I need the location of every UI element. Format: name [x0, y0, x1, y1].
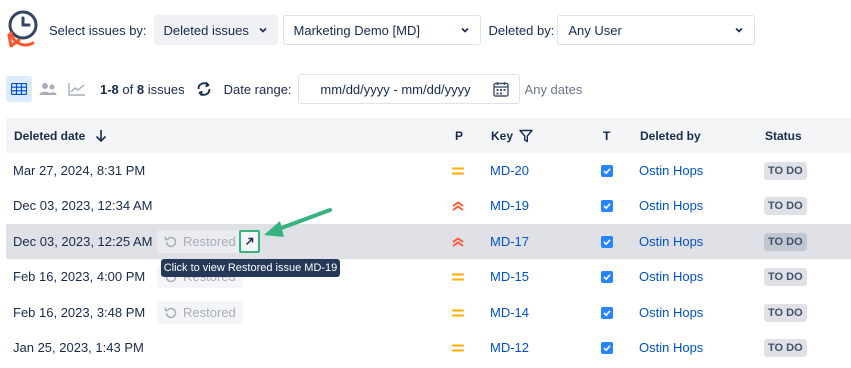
issues-type-value: Deleted issues	[163, 22, 249, 38]
external-link-icon	[246, 237, 254, 245]
task-type-icon	[601, 153, 613, 188]
status-badge: TO DO	[764, 339, 807, 357]
task-type-icon	[601, 295, 613, 330]
issue-count-total: 8	[136, 81, 145, 97]
deleted-by-user-link[interactable]: Ostin Hops	[639, 330, 703, 365]
deleted-by-value: Any User	[568, 22, 622, 38]
priority-medium-icon	[452, 295, 464, 330]
issue-key-link[interactable]: MD-15	[490, 259, 529, 294]
deleted-date-cell: Dec 03, 2023, 12:34 AM	[13, 198, 153, 213]
deleted-date-cell: Dec 03, 2023, 12:25 AM	[13, 234, 153, 249]
calendar-icon[interactable]	[492, 81, 509, 97]
deleted-by-user-link[interactable]: Ostin Hops	[639, 153, 703, 188]
open-restored-issue-button[interactable]	[239, 230, 260, 253]
chevron-down-icon	[258, 27, 267, 33]
priority-medium-icon	[452, 259, 464, 294]
restored-badge: Restored	[157, 301, 243, 324]
status-badge: TO DO	[764, 268, 807, 286]
task-type-icon	[601, 188, 613, 223]
select-issues-label: Select issues by:	[49, 22, 147, 38]
project-select[interactable]: Marketing Demo [MD]	[282, 15, 481, 45]
task-type-icon	[601, 224, 613, 259]
restored-label: Restored	[183, 305, 236, 320]
restored-label: Restored	[183, 234, 236, 249]
date-range-label: Date range:	[223, 81, 292, 97]
issue-count: 1-8 of 8 issues	[100, 82, 185, 97]
app-logo-icon	[7, 10, 38, 48]
deleted-date-cell: Feb 16, 2023, 4:00 PM	[13, 269, 146, 284]
chevron-down-icon	[460, 27, 469, 33]
users-icon	[39, 83, 57, 95]
issue-count-of: of	[122, 81, 134, 97]
priority-medium-icon	[452, 330, 464, 365]
sort-arrow-down-icon[interactable]	[95, 129, 107, 143]
issues-type-select[interactable]: Deleted issues	[153, 15, 278, 45]
column-priority: P	[455, 118, 463, 153]
status-badge: TO DO	[764, 233, 807, 251]
issue-key-link[interactable]: MD-19	[490, 188, 529, 223]
column-type: T	[603, 118, 610, 153]
priority-high-icon	[452, 188, 464, 223]
deleted-by-user-link[interactable]: Ostin Hops	[639, 259, 703, 294]
priority-high-icon	[452, 224, 464, 259]
deleted-by-select[interactable]: Any User	[557, 15, 756, 45]
table-row[interactable]: Mar 27, 2024, 8:31 PM MD-20 Ostin Hops T…	[6, 153, 851, 188]
column-key-label: Key	[491, 128, 514, 143]
status-badge: TO DO	[764, 162, 807, 180]
column-type-label: T	[603, 128, 611, 143]
column-status-label: Status	[765, 128, 802, 143]
deleted-date-cell: Jan 25, 2023, 1:43 PM	[13, 340, 144, 355]
status-badge: TO DO	[764, 304, 807, 322]
column-deleted-by: Deleted by	[640, 118, 701, 153]
filter-bar: Select issues by: Deleted issues Marketi…	[49, 15, 756, 45]
table-row[interactable]: Jan 25, 2023, 1:43 PM MD-12 Ostin Hops T…	[6, 330, 851, 365]
grid-icon	[11, 83, 27, 95]
column-deleted-by-label: Deleted by	[640, 128, 701, 143]
deleted-by-user-link[interactable]: Ostin Hops	[639, 224, 703, 259]
issue-key-link[interactable]: MD-14	[490, 295, 529, 330]
restored-badge: Restored	[157, 230, 243, 253]
annotation-arrow-icon	[264, 208, 332, 237]
deleted-by-user-link[interactable]: Ostin Hops	[639, 188, 703, 223]
filter-icon[interactable]	[519, 129, 533, 143]
table-row[interactable]: Feb 16, 2023, 3:48 PM Restored MD-14 Ost…	[6, 295, 851, 330]
task-type-icon	[601, 330, 613, 365]
priority-medium-icon	[452, 153, 464, 188]
toolbar: 1-8 of 8 issues Date range: mm/dd/yyyy -…	[6, 74, 583, 104]
deleted-date-cell: Mar 27, 2024, 8:31 PM	[13, 163, 146, 178]
chevron-down-icon	[735, 27, 743, 33]
status-badge: TO DO	[764, 197, 807, 215]
issue-count-range: 1-8	[100, 81, 119, 97]
date-range-value: mm/dd/yyyy - mm/dd/yyyy	[320, 81, 471, 97]
users-view-button[interactable]	[35, 76, 61, 102]
table-row[interactable]: Dec 03, 2023, 12:25 AM Restored MD-17 Os…	[6, 224, 851, 259]
list-view-button[interactable]	[6, 76, 32, 102]
project-value: Marketing Demo [MD]	[293, 22, 420, 38]
column-deleted-date[interactable]: Deleted date	[14, 118, 107, 153]
tooltip: Click to view Restored issue MD-19	[161, 259, 340, 277]
deleted-date-cell: Feb 16, 2023, 3:48 PM	[13, 305, 146, 320]
restore-icon	[164, 236, 177, 247]
deleted-by-user-link[interactable]: Ostin Hops	[639, 295, 703, 330]
issue-key-link[interactable]: MD-20	[490, 153, 529, 188]
any-dates-text: Any dates	[524, 81, 583, 97]
table-row[interactable]: Dec 03, 2023, 12:34 AM MD-19 Ostin Hops …	[6, 188, 851, 223]
task-type-icon	[601, 259, 613, 294]
refresh-icon[interactable]	[195, 80, 213, 98]
restore-icon	[164, 307, 177, 318]
chart-view-button[interactable]	[64, 76, 90, 102]
deleted-by-label: Deleted by:	[488, 22, 555, 38]
trend-chart-icon	[68, 83, 85, 96]
table-header: Deleted date P Key T Deleted by Status	[6, 118, 851, 153]
issue-key-link[interactable]: MD-12	[490, 330, 529, 365]
column-priority-label: P	[455, 128, 464, 143]
column-deleted-date-label: Deleted date	[14, 128, 86, 143]
column-key[interactable]: Key	[491, 118, 533, 153]
issue-key-link[interactable]: MD-17	[490, 224, 529, 259]
date-range-input[interactable]: mm/dd/yyyy - mm/dd/yyyy	[297, 74, 520, 104]
issue-count-word: issues	[147, 81, 185, 97]
column-status: Status	[765, 118, 802, 153]
table-row[interactable]: Feb 16, 2023, 4:00 PM Restored MD-15 Ost…	[6, 259, 851, 294]
